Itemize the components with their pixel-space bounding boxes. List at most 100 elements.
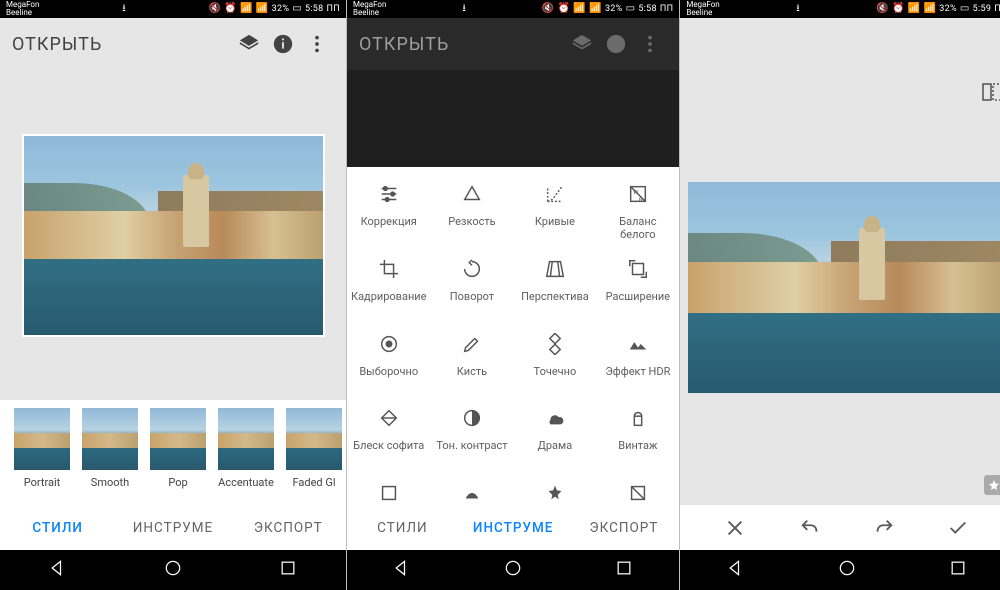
nav-home-icon[interactable] (163, 558, 183, 582)
crop-icon (376, 256, 402, 282)
nav-back-icon[interactable] (48, 558, 68, 582)
tool-label: Винтаж (614, 439, 661, 452)
tool-glamour[interactable]: Блеск софита (347, 395, 430, 470)
style-thumb-image (14, 408, 70, 470)
perspective-icon (542, 256, 568, 282)
compare-icon[interactable] (980, 80, 1000, 108)
edit-action-bar (680, 505, 1000, 550)
style-thumb-pop[interactable]: Pop (150, 408, 206, 489)
style-thumb-label: Pop (168, 476, 187, 489)
style-thumb-image (82, 408, 138, 470)
tool-expand[interactable]: Расширение (596, 246, 679, 321)
screen-edit: MegaFon Beeline ⭳ 🔇⏰ 📶📶 32%▭ 5:59ПП (680, 0, 1000, 590)
tool-hdr[interactable]: Эффект HDR (596, 321, 679, 396)
status-bar: MegaFon Beeline ⭳ 🔇⏰ 📶📶 32%▭ 5:59ПП (680, 0, 1000, 18)
app-bar-dimmed: ОТКРЫТЬ (347, 18, 679, 70)
tool-label: Эффект HDR (601, 365, 674, 378)
tool-label: Коррекция (357, 215, 421, 228)
wb-icon: WB (625, 181, 651, 207)
tool-tonal[interactable]: Тон. контраст (430, 395, 513, 470)
tool-label: Баланс белого (596, 215, 679, 241)
tool-vintage[interactable]: Винтаж (596, 395, 679, 470)
download-icon: ⭳ (122, 1, 126, 18)
more4-icon (625, 480, 651, 506)
rotate-icon (459, 256, 485, 282)
expand-icon (625, 256, 651, 282)
tool-rotate[interactable]: Поворот (430, 246, 513, 321)
tool-label: Кадрирование (347, 290, 430, 303)
bottom-tabs: СТИЛИ ИНСТРУМЕ ЭКСПОРТ (0, 505, 346, 550)
redo-button[interactable] (847, 517, 921, 539)
nav-recent-icon[interactable] (948, 558, 968, 582)
image-canvas[interactable] (0, 70, 346, 400)
android-navbar (347, 550, 679, 590)
tool-label: Кисть (453, 365, 491, 378)
tool-drama[interactable]: Драма (513, 395, 596, 470)
edited-photo (22, 134, 325, 337)
more1-icon (376, 480, 402, 506)
favorite-icon[interactable] (984, 475, 1000, 495)
details-icon (459, 181, 485, 207)
download-icon: ⭳ (796, 1, 800, 18)
drama-icon (542, 405, 568, 431)
brush-icon (459, 331, 485, 357)
more3-icon (542, 480, 568, 506)
style-thumb-faded-gl[interactable]: Faded Gl (286, 408, 342, 489)
style-thumb-image (218, 408, 274, 470)
tool-selective[interactable]: Выборочно (347, 321, 430, 396)
tool-crop[interactable]: Кадрирование (347, 246, 430, 321)
tool-heal[interactable]: Точечно (513, 321, 596, 396)
tool-details[interactable]: Резкость (430, 171, 513, 246)
tab-export[interactable]: ЭКСПОРТ (231, 508, 346, 548)
tool-label: Поворот (446, 290, 498, 303)
tune-icon (376, 181, 402, 207)
tonal-icon (459, 405, 485, 431)
style-thumb-portrait[interactable]: Portrait (14, 408, 70, 489)
tool-curves[interactable]: Кривые (513, 171, 596, 246)
tab-tools[interactable]: ИНСТРУМЕ (115, 508, 230, 548)
apply-button[interactable] (921, 517, 995, 539)
nav-back-icon[interactable] (726, 558, 746, 582)
nav-recent-icon[interactable] (614, 558, 634, 582)
tool-label: Перспектива (517, 290, 593, 303)
tool-brush[interactable]: Кисть (430, 321, 513, 396)
nav-home-icon[interactable] (503, 558, 523, 582)
edited-photo (688, 182, 1000, 393)
layers-icon[interactable] (232, 27, 266, 61)
status-bar: MegaFon Beeline ⭳ 🔇⏰ 📶📶 32%▭ 5:58ПП (347, 0, 679, 18)
tools-grid: Коррекция Резкость Кривые WB Баланс белого Ка… (347, 167, 679, 545)
android-navbar (0, 550, 346, 590)
app-bar: ОТКРЫТЬ (0, 18, 346, 70)
tab-export[interactable]: ЭКСПОРТ (569, 508, 680, 548)
heal-icon (542, 331, 568, 357)
screen-tools: MegaFon Beeline ⭳ 🔇⏰ 📶📶 32%▭ 5:58ПП ОТКР… (347, 0, 680, 590)
screen-styles: MegaFon Beeline ⭳ 🔇⏰ 📶📶 32%▭ 5:58ПП ОТКР… (0, 0, 347, 590)
tool-label: Резкость (444, 215, 499, 228)
nav-home-icon[interactable] (837, 558, 857, 582)
svg-text:W: W (633, 190, 638, 196)
hdr-icon (625, 331, 651, 357)
image-canvas[interactable] (680, 70, 1000, 505)
nav-recent-icon[interactable] (278, 558, 298, 582)
glamour-icon (376, 405, 402, 431)
tab-tools[interactable]: ИНСТРУМЕ (458, 508, 569, 548)
nav-back-icon[interactable] (392, 558, 412, 582)
info-icon[interactable] (266, 27, 300, 61)
tool-wb[interactable]: WB Баланс белого (596, 171, 679, 246)
tool-label: Точечно (530, 365, 581, 378)
style-thumb-image (286, 408, 342, 470)
cancel-button[interactable] (698, 517, 772, 539)
tool-label: Расширение (602, 290, 674, 303)
style-thumb-smooth[interactable]: Smooth (82, 408, 138, 489)
undo-button[interactable] (773, 517, 847, 539)
tool-perspective[interactable]: Перспектива (513, 246, 596, 321)
bottom-tabs: СТИЛИ ИНСТРУМЕ ЭКСПОРТ (347, 505, 679, 550)
open-button[interactable]: ОТКРЫТЬ (12, 34, 102, 55)
tab-styles[interactable]: СТИЛИ (347, 508, 458, 548)
styles-filmstrip: PortraitSmooth Pop AccentuateFaded Gl (0, 400, 346, 505)
overflow-menu-icon[interactable] (300, 27, 334, 61)
tool-tune[interactable]: Коррекция (347, 171, 430, 246)
tab-styles[interactable]: СТИЛИ (0, 508, 115, 548)
info-icon (599, 27, 633, 61)
style-thumb-accentuate[interactable]: Accentuate (218, 408, 274, 489)
